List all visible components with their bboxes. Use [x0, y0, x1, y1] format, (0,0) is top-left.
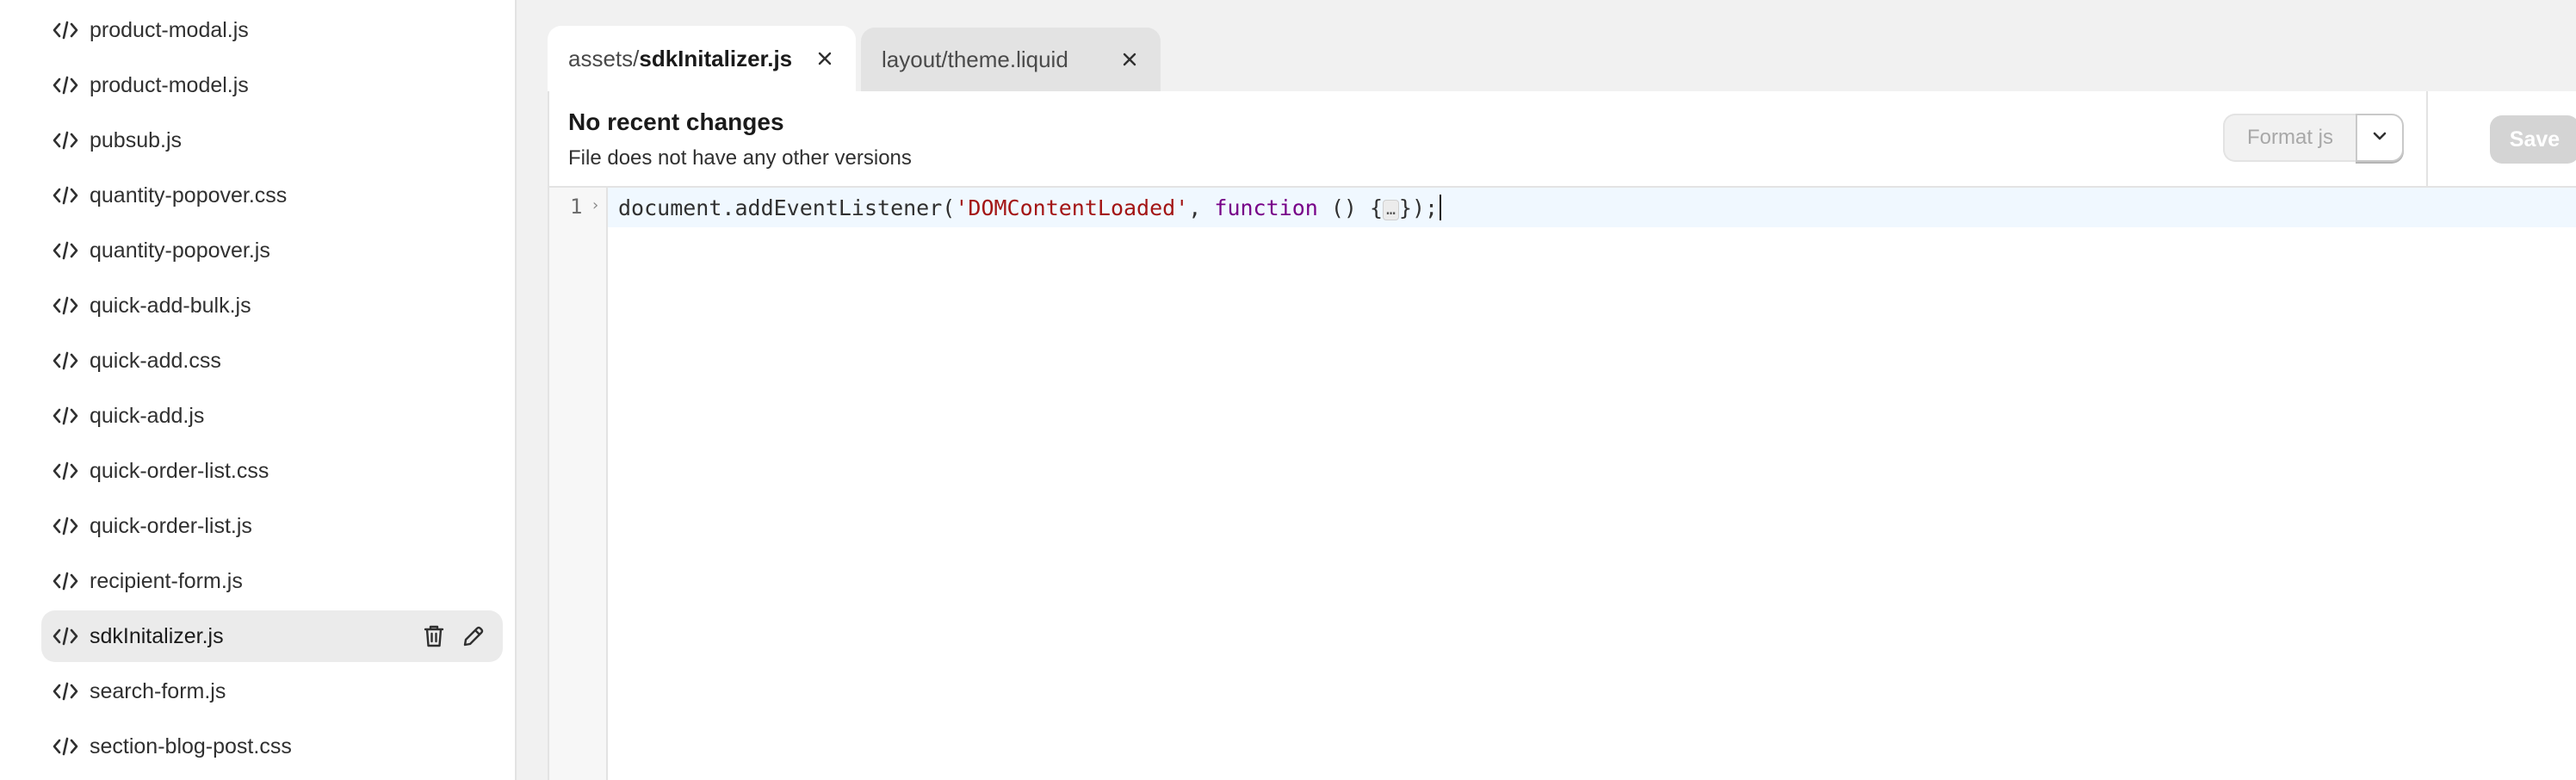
file-item-search-form[interactable]: search-form.js — [41, 665, 503, 717]
save-button[interactable]: Save — [2490, 115, 2576, 164]
string-token: 'DOMContentLoaded' — [955, 195, 1189, 220]
version-header: No recent changes File does not have any… — [549, 91, 2576, 188]
code-file-icon — [52, 19, 79, 41]
code-file-icon — [52, 184, 79, 207]
file-item-label: quick-add-bulk.js — [90, 294, 251, 318]
file-item-recipient-form[interactable]: recipient-form.js — [41, 555, 503, 607]
format-js-button[interactable]: Format js — [2223, 114, 2356, 162]
code-line-1[interactable]: document.addEventListener('DOMContentLoa… — [608, 188, 2576, 227]
version-status-subtitle: File does not have any other versions — [568, 146, 912, 170]
tab-sdkinitalizer[interactable]: assets/sdkInitalizer.js — [548, 26, 856, 91]
code-file-icon — [52, 625, 79, 647]
file-item-quick-add-js[interactable]: quick-add.js — [41, 390, 503, 442]
file-item-product-modal[interactable]: product-modal.js — [41, 4, 503, 56]
code-file-icon — [52, 405, 79, 427]
file-item-quick-add-css[interactable]: quick-add.css — [41, 335, 503, 387]
delete-file-icon[interactable] — [420, 622, 448, 650]
file-item-quick-add-bulk[interactable]: quick-add-bulk.js — [41, 280, 503, 331]
code-file-icon — [52, 515, 79, 537]
file-item-section-blog-post[interactable]: section-blog-post.css — [41, 721, 503, 772]
format-options-dropdown[interactable] — [2356, 114, 2404, 162]
format-button-group: Format js — [2223, 114, 2404, 162]
editor-panel: No recent changes File does not have any… — [548, 91, 2576, 780]
file-item-label: sdkInitalizer.js — [90, 624, 224, 648]
text-cursor — [1440, 195, 1442, 220]
close-tab-icon[interactable] — [813, 46, 837, 71]
file-item-label: quick-add.js — [90, 404, 205, 428]
code-file-icon — [52, 680, 79, 703]
code-file-icon — [52, 350, 79, 372]
fold-toggle-icon[interactable]: › — [592, 196, 598, 214]
file-item-product-model[interactable]: product-model.js — [41, 59, 503, 111]
file-item-label: quick-add.css — [90, 349, 221, 373]
file-item-label: recipient-form.js — [90, 569, 243, 593]
code-file-icon — [52, 735, 79, 758]
code-file-icon — [52, 129, 79, 152]
tab-label: assets/sdkInitalizer.js — [568, 45, 793, 71]
close-tab-icon[interactable] — [1118, 47, 1142, 71]
file-item-label: quick-order-list.js — [90, 514, 252, 538]
code-file-icon — [52, 460, 79, 482]
rename-file-pencil-icon[interactable] — [460, 622, 487, 650]
file-item-label: quantity-popover.css — [90, 183, 288, 207]
code-file-icon — [52, 570, 79, 592]
file-item-label: quantity-popover.js — [90, 238, 270, 263]
code-file-icon — [52, 239, 79, 262]
file-item-quick-order-list-js[interactable]: quick-order-list.js — [41, 500, 503, 552]
file-item-pubsub[interactable]: pubsub.js — [41, 115, 503, 166]
file-item-sdkinitalizer[interactable]: sdkInitalizer.js — [41, 610, 503, 662]
file-item-quick-order-list-css[interactable]: quick-order-list.css — [41, 445, 503, 497]
header-divider — [2426, 91, 2428, 186]
file-item-label: search-form.js — [90, 679, 226, 703]
file-item-label: section-blog-post.css — [90, 734, 292, 758]
file-tree-sidebar: product-modal.js product-model.js pubsub… — [0, 0, 517, 780]
code-file-icon — [52, 74, 79, 96]
folded-code-placeholder[interactable]: … — [1383, 200, 1399, 220]
file-item-label: product-model.js — [90, 73, 249, 97]
tab-label: layout/theme.liquid — [882, 46, 1068, 72]
file-item-label: quick-order-list.css — [90, 459, 269, 483]
file-item-quantity-popover-js[interactable]: quantity-popover.js — [41, 225, 503, 276]
file-item-label: pubsub.js — [90, 128, 183, 152]
tab-theme-liquid[interactable]: layout/theme.liquid — [861, 28, 1161, 91]
version-status-title: No recent changes — [568, 108, 784, 135]
code-file-icon — [52, 294, 79, 317]
code-editor-area: assets/sdkInitalizer.js layout/theme.liq… — [517, 0, 2576, 780]
line-number: 1 — [570, 195, 583, 219]
chevron-down-icon — [2371, 130, 2388, 146]
code-content[interactable]: document.addEventListener('DOMContentLoa… — [618, 195, 1442, 221]
keyword-token: function — [1214, 195, 1318, 220]
editor-tabbar: assets/sdkInitalizer.js layout/theme.liq… — [548, 26, 1166, 91]
file-item-label: product-modal.js — [90, 18, 249, 42]
file-item-quantity-popover-css[interactable]: quantity-popover.css — [41, 170, 503, 221]
line-gutter: 1 › — [549, 188, 608, 780]
